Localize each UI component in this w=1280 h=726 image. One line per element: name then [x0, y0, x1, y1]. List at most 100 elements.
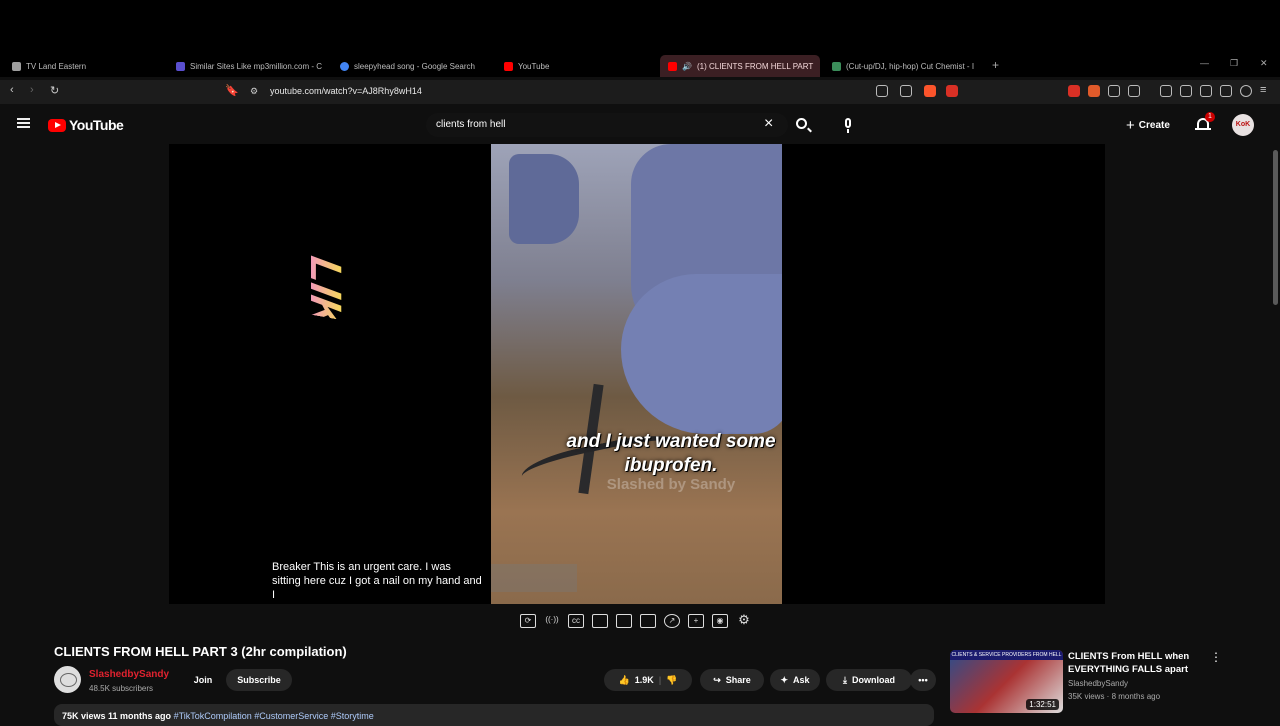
tab-similar-sites[interactable]: Similar Sites Like mp3million.com - C [168, 55, 328, 77]
extension-icon[interactable] [1068, 85, 1080, 97]
address-bar: ‹ › ↻ 🔖 ⚙ youtube.com/watch?v=AJ8Rhy8wH1… [0, 80, 1280, 104]
miniplayer-icon[interactable] [592, 614, 608, 628]
recommended-title[interactable]: CLIENTS From HELL when EVERYTHING FALLS … [1068, 650, 1198, 676]
video-player[interactable]: LIKE Breaker This is an urgent care. I w… [169, 144, 1105, 604]
download-icon: ⤓ [843, 674, 847, 685]
brave-shield-icon[interactable] [924, 85, 936, 97]
minimize-icon[interactable]: — [1200, 58, 1209, 68]
menu-icon[interactable]: ≡ [1260, 84, 1266, 96]
description-box[interactable]: 75K views 11 months ago #TikTokCompilati… [54, 704, 934, 726]
broadcast-icon[interactable]: ((·)) [544, 614, 560, 628]
player-toolbar: ⟳ ((·)) cc ↗ + ◉ ⚙ [520, 612, 752, 630]
more-actions-button[interactable]: ••• [910, 669, 936, 691]
speed-icon[interactable]: ↗ [664, 614, 680, 628]
back-icon[interactable]: ‹ [10, 84, 14, 96]
tv-icon [12, 61, 21, 71]
leo-icon[interactable] [1220, 85, 1232, 97]
tab-label: (1) CLIENTS FROM HELL PART [696, 61, 814, 71]
tab-cut-chemist[interactable]: (Cut-up/DJ, hip-hop) Cut Chemist - I [824, 55, 984, 77]
share-label: Share [725, 675, 751, 685]
theater-icon[interactable] [640, 614, 656, 628]
extension-icon[interactable] [1128, 85, 1140, 97]
new-tab-button[interactable]: + [992, 58, 999, 72]
tab-label: YouTube [518, 61, 550, 71]
bell-base [1195, 128, 1211, 130]
close-window-icon[interactable]: ✕ [1260, 58, 1268, 69]
site-info-icon[interactable]: ⚙ [250, 86, 258, 97]
speaker-icon: 🔊 [682, 61, 692, 71]
search-box[interactable]: clients from hell × [426, 113, 788, 137]
ask-label: Ask [793, 675, 810, 685]
recommended-channel[interactable]: SlashedbySandy [1068, 679, 1128, 688]
tab-google-search[interactable]: sleepyhead song - Google Search [332, 55, 492, 77]
clear-search-icon[interactable]: × [764, 115, 773, 133]
ask-button[interactable]: ✦ Ask [770, 669, 820, 691]
brave-rewards-icon[interactable] [946, 85, 958, 97]
loop-icon[interactable]: ⟳ [520, 614, 536, 628]
channel-name[interactable]: SlashedbySandy [89, 669, 169, 680]
kebab-menu-icon[interactable]: ⋮ [1210, 650, 1222, 664]
youtube-logo[interactable]: YouTube [48, 117, 124, 133]
restore-icon[interactable]: ❐ [1230, 58, 1238, 69]
subscriber-count: 48.5K subscribers [89, 684, 154, 693]
share-page-icon[interactable] [900, 85, 912, 97]
search-button[interactable] [790, 113, 816, 137]
video-duration: 1:32:51 [1026, 699, 1059, 710]
reload-icon[interactable]: ↻ [50, 84, 59, 97]
addclip-icon[interactable]: + [688, 614, 704, 628]
title-bar [0, 0, 1280, 55]
settings-icon[interactable]: ⚙ [736, 613, 752, 628]
recommended-meta: 35K views · 8 months ago [1068, 692, 1161, 701]
music-icon[interactable] [1160, 85, 1172, 97]
create-button[interactable]: + Create [1126, 115, 1170, 135]
like-graphic: LIKE [277, 244, 350, 362]
google-icon [340, 61, 349, 71]
youtube-wordmark: YouTube [69, 117, 124, 133]
blurred-region [491, 564, 577, 592]
video-watermark: Slashed by Sandy [606, 476, 736, 493]
captions-icon[interactable]: cc [568, 614, 584, 628]
recommended-thumbnail[interactable]: CLIENTS & SERVICE PROVIDERS FROM HELL 1:… [950, 650, 1063, 713]
video-frame[interactable]: and I just wanted some ibuprofen. Slashe… [491, 144, 782, 604]
like-count[interactable]: 1.9K [635, 675, 654, 685]
forward-icon[interactable]: › [30, 84, 34, 96]
puzzle-icon[interactable] [1108, 85, 1120, 97]
dislike-icon[interactable]: 👎 [666, 675, 677, 686]
voice-search-button[interactable] [836, 113, 860, 137]
search-input[interactable]: clients from hell [436, 119, 505, 130]
tab-clients-from-hell[interactable]: 🔊 (1) CLIENTS FROM HELL PART × [660, 55, 820, 77]
wallet-icon[interactable] [1200, 85, 1212, 97]
join-button[interactable]: Join [186, 669, 220, 691]
bookmark-icon[interactable]: 🔖 [225, 84, 239, 97]
tab-tvland[interactable]: TV Land Eastern [4, 55, 169, 77]
tab-youtube[interactable]: YouTube [496, 55, 656, 77]
subscribe-button[interactable]: Subscribe [226, 669, 292, 691]
like-dislike-group: 👍 1.9K | 👎 [604, 669, 692, 691]
vpn-icon[interactable] [1240, 85, 1252, 97]
download-button[interactable]: ⤓ Download [826, 669, 912, 691]
notifications-button[interactable]: 1 [1195, 112, 1215, 132]
scrollbar[interactable] [1273, 150, 1278, 305]
url-field[interactable]: youtube.com/watch?v=AJ8Rhy8wH14 [270, 86, 422, 96]
like-graphic-text: LIKE [301, 252, 350, 362]
hamburger-menu-icon[interactable] [17, 118, 30, 128]
sparkle-icon: ✦ [780, 674, 789, 685]
transcript-overlay: Breaker This is an urgent care. I was si… [272, 561, 482, 601]
chair-shape [621, 274, 782, 434]
screenshot-icon[interactable]: ◉ [712, 614, 728, 628]
tab-label: TV Land Eastern [26, 61, 87, 71]
pip-icon[interactable] [616, 614, 632, 628]
plus-icon: + [1126, 116, 1135, 134]
microphone-icon [845, 118, 851, 128]
divider: | [658, 675, 662, 685]
sidebar-icon[interactable] [1180, 85, 1192, 97]
cast-icon[interactable] [876, 85, 888, 97]
extension-icon[interactable] [1088, 85, 1100, 97]
create-label: Create [1138, 119, 1170, 131]
like-icon[interactable]: 👍 [619, 675, 630, 686]
download-label: Download [851, 675, 895, 685]
account-avatar[interactable]: KoK [1232, 114, 1254, 136]
tab-strip: TV Land Eastern Similar Sites Like mp3mi… [0, 55, 1280, 77]
share-button[interactable]: ↪ Share [700, 669, 764, 691]
channel-avatar[interactable] [54, 666, 81, 693]
